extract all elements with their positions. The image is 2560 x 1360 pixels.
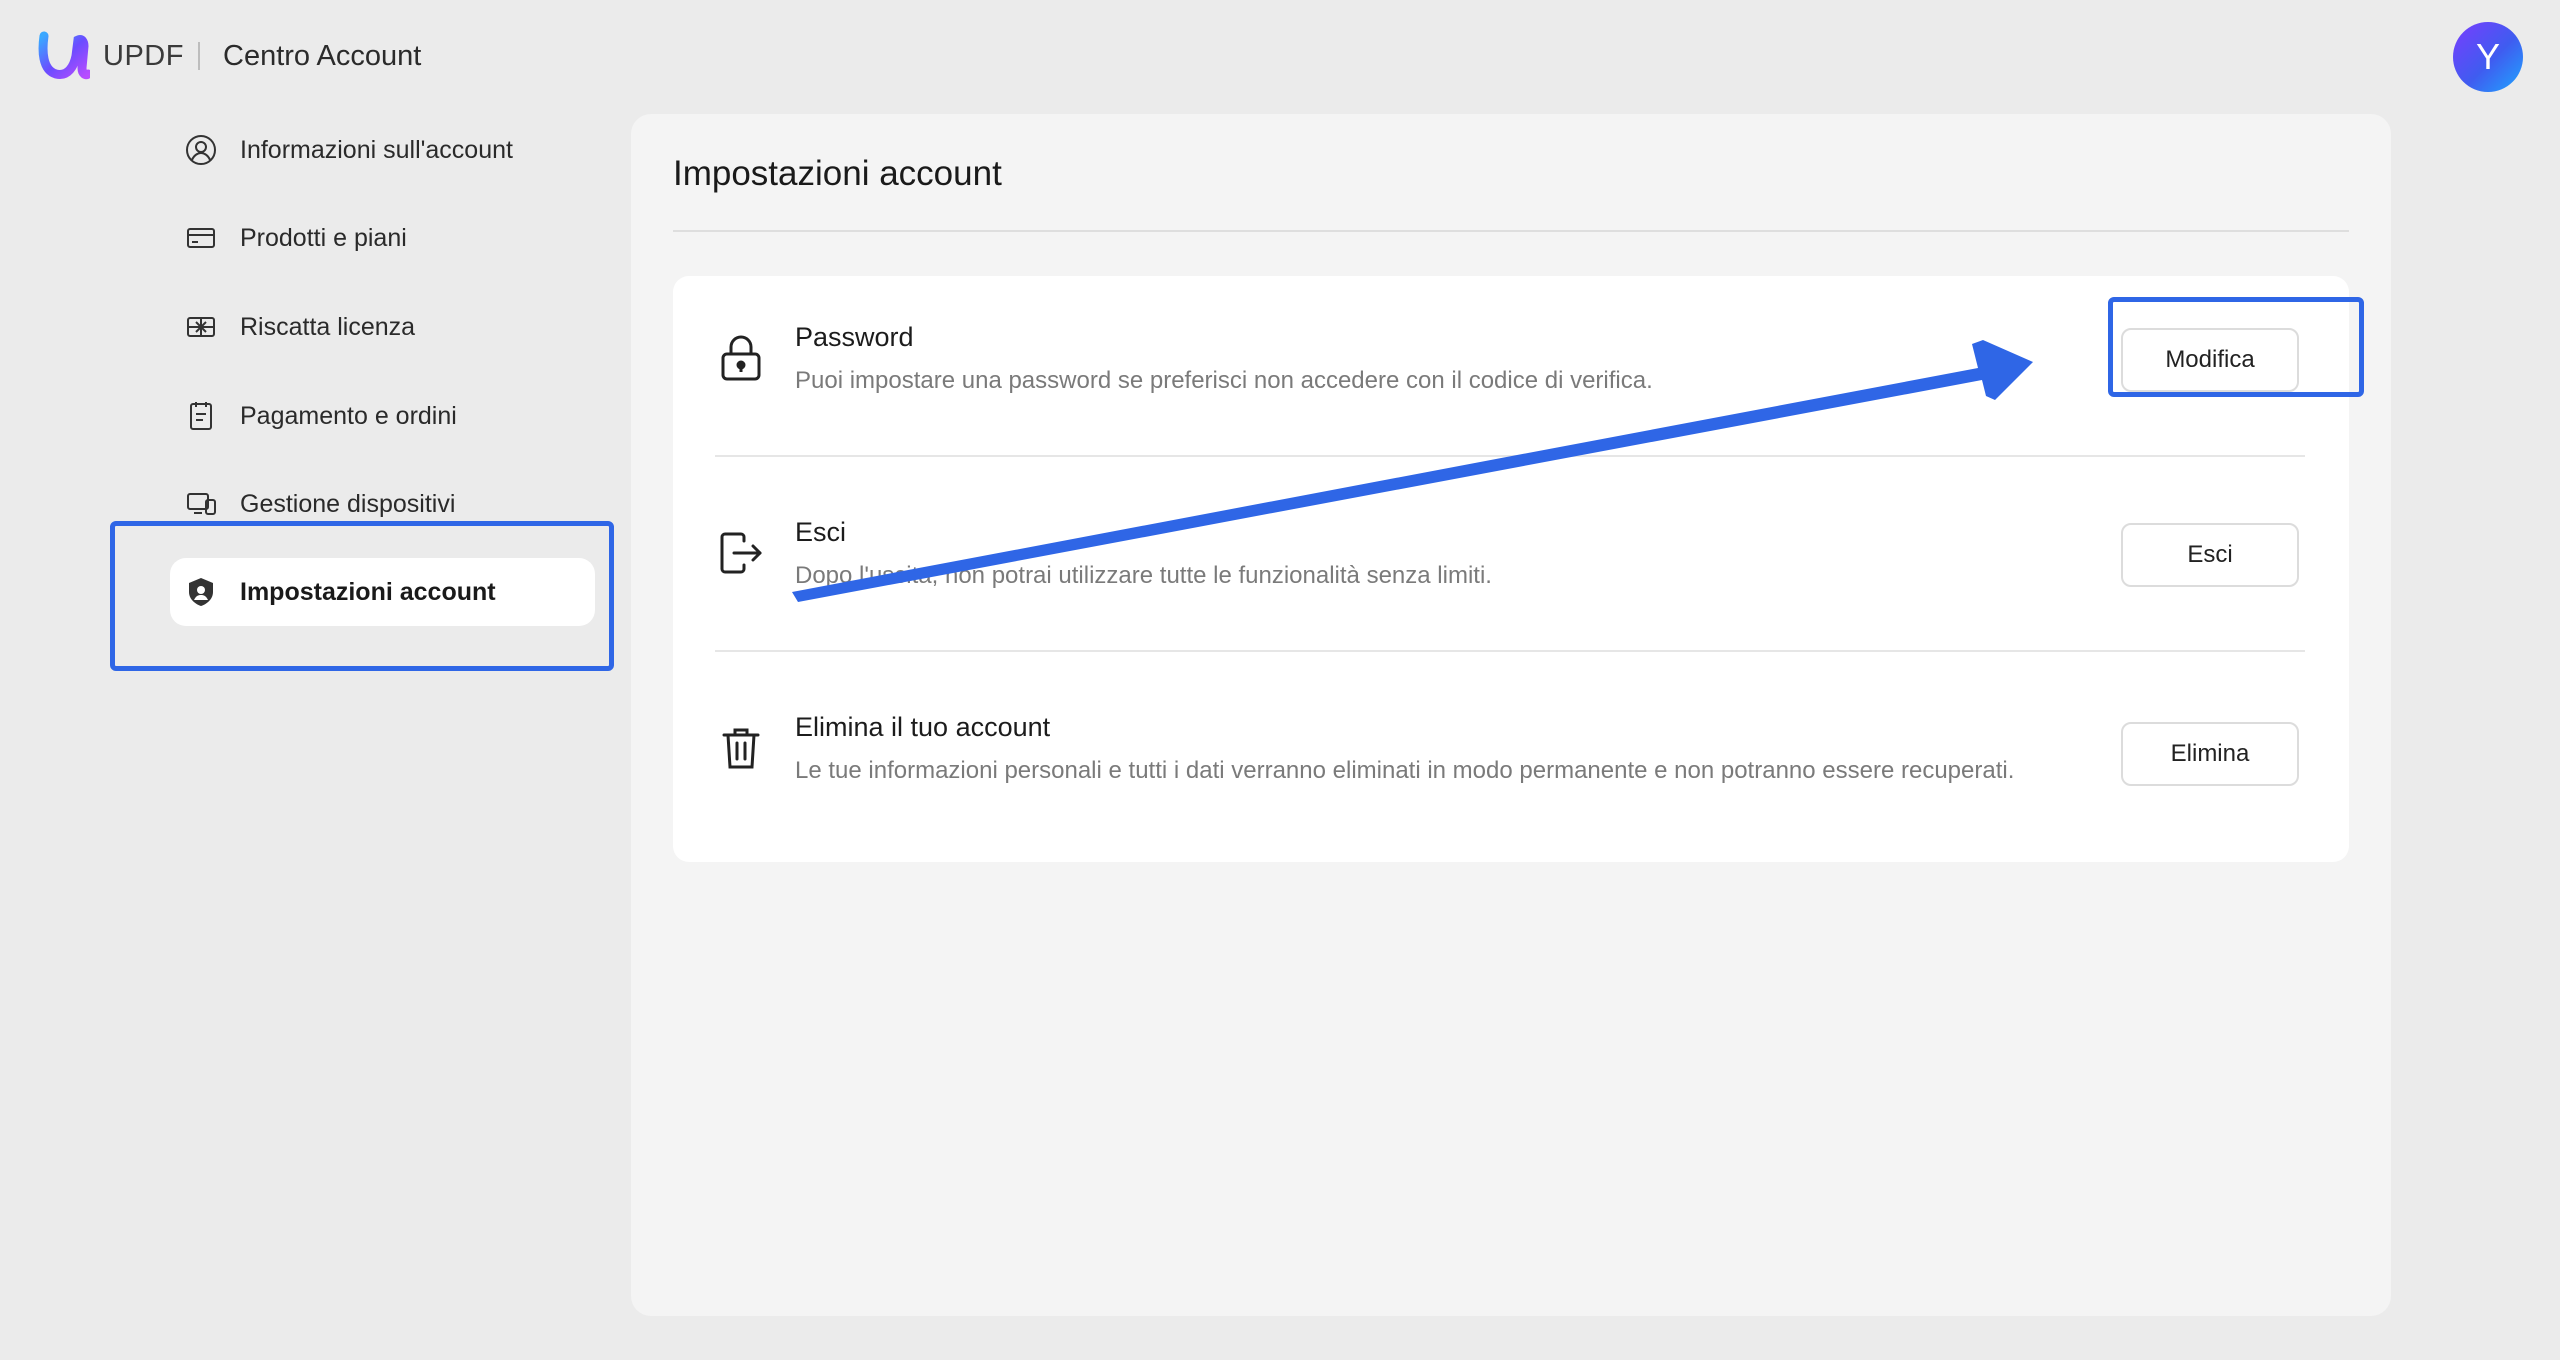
logout-button[interactable]: Esci	[2121, 523, 2299, 587]
row-description: Dopo l'uscita, non potrai utilizzare tut…	[795, 562, 1492, 589]
lock-icon	[715, 332, 767, 384]
sidebar-item-account-info[interactable]: Informazioni sull'account	[170, 116, 595, 184]
brand-name: UPDF	[103, 40, 184, 72]
gift-icon	[184, 310, 218, 344]
devices-icon	[184, 487, 218, 521]
sidebar-item-label: Pagamento e ordini	[240, 401, 457, 430]
sidebar-item-label: Riscatta licenza	[240, 312, 416, 341]
receipt-icon	[184, 399, 218, 433]
row-title: Elimina il tuo account	[795, 712, 1051, 742]
settings-row-delete-account: Elimina il tuo account Le tue informazio…	[715, 666, 2305, 860]
row-divider	[715, 455, 2305, 457]
annotation-highlight-sidebar	[110, 521, 614, 671]
sidebar-item-label: Gestione dispositivi	[240, 489, 456, 518]
sidebar-item-products[interactable]: Prodotti e piani	[170, 204, 595, 272]
updf-logo-icon[interactable]	[38, 30, 90, 80]
card-icon	[184, 221, 218, 255]
sidebar-item-redeem-license[interactable]: Riscatta licenza	[170, 293, 595, 361]
app-title: Centro Account	[223, 40, 422, 72]
sidebar-item-label: Informazioni sull'account	[240, 135, 513, 164]
page-title: Impostazioni account	[673, 154, 1002, 193]
annotation-highlight-modify-button	[2108, 297, 2364, 397]
settings-row-logout: Esci Dopo l'uscita, non potrai utilizzar…	[715, 471, 2305, 665]
row-divider	[715, 650, 2305, 652]
row-title: Esci	[795, 517, 847, 547]
logout-icon	[715, 527, 767, 579]
app-header: UPDF Centro Account Y	[0, 0, 2560, 112]
brand-divider	[198, 42, 200, 70]
settings-row-password: Password Puoi impostare una password se …	[715, 276, 2305, 470]
settings-card: Password Puoi impostare una password se …	[673, 276, 2349, 862]
row-description: Puoi impostare una password se preferisc…	[795, 367, 1653, 394]
title-divider	[673, 230, 2349, 232]
user-avatar[interactable]: Y	[2453, 22, 2523, 92]
main-panel: Impostazioni account Password Puoi impos…	[631, 114, 2391, 1316]
sidebar: Informazioni sull'account Prodotti e pia…	[0, 112, 630, 1360]
sidebar-item-label: Prodotti e piani	[240, 223, 407, 252]
user-circle-icon	[184, 133, 218, 167]
delete-account-button[interactable]: Elimina	[2121, 722, 2299, 786]
row-title: Password	[795, 322, 914, 352]
trash-icon	[715, 722, 767, 774]
sidebar-item-payments[interactable]: Pagamento e ordini	[170, 382, 595, 450]
row-description: Le tue informazioni personali e tutti i …	[795, 757, 2015, 784]
